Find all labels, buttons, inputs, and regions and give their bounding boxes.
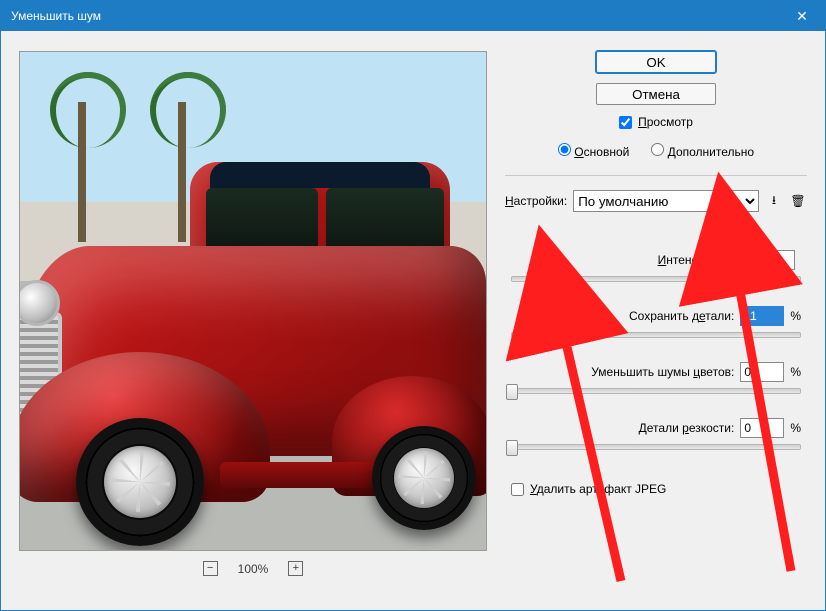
controls-panel: OK Отмена Просмотр Основной Дополнительн… bbox=[505, 51, 807, 596]
strength-thumb[interactable] bbox=[736, 272, 748, 288]
car-illustration bbox=[19, 162, 487, 551]
strength-group: Интенсивность: bbox=[511, 250, 801, 282]
close-button[interactable]: ✕ bbox=[779, 1, 825, 31]
sharpen-slider[interactable] bbox=[511, 444, 801, 450]
preview-checkbox-label: Просмотр bbox=[638, 115, 693, 129]
dialog-body: − 100% + OK Отмена Просмотр Основной bbox=[1, 31, 825, 610]
zoom-controls: − 100% + bbox=[203, 561, 304, 576]
preserve-suffix: % bbox=[790, 309, 801, 323]
sharpen-label: Детали резкости: bbox=[639, 421, 735, 435]
jpeg-row: Удалить артефакт JPEG bbox=[505, 482, 807, 496]
settings-row: Настройки: По умолчанию ⭳ 🗑 bbox=[505, 175, 807, 212]
colornoise-slider[interactable] bbox=[511, 388, 801, 394]
colornoise-thumb[interactable] bbox=[506, 384, 518, 400]
strength-label: Интенсивность: bbox=[658, 253, 745, 267]
mode-advanced[interactable]: Дополнительно bbox=[651, 143, 754, 159]
close-icon: ✕ bbox=[796, 8, 808, 25]
strength-input[interactable] bbox=[751, 250, 795, 270]
zoom-in-button[interactable]: + bbox=[288, 561, 303, 576]
mode-basic-radio[interactable] bbox=[558, 143, 571, 156]
zoom-out-button[interactable]: − bbox=[203, 561, 218, 576]
dialog-window: Уменьшить шум ✕ bbox=[0, 0, 826, 611]
preview-toggle-row: Просмотр bbox=[505, 115, 807, 129]
mode-radio-row: Основной Дополнительно bbox=[505, 143, 807, 159]
save-preset-button[interactable]: ⭳ bbox=[765, 192, 783, 210]
preserve-input[interactable] bbox=[740, 306, 784, 326]
sharpen-input[interactable] bbox=[740, 418, 784, 438]
cancel-button[interactable]: Отмена bbox=[596, 83, 716, 105]
jpeg-label: Удалить артефакт JPEG bbox=[530, 482, 666, 496]
window-title: Уменьшить шум bbox=[11, 9, 779, 23]
mode-advanced-rest: ополнительно bbox=[676, 145, 754, 159]
delete-preset-button[interactable]: 🗑 bbox=[789, 192, 807, 210]
titlebar: Уменьшить шум ✕ bbox=[1, 1, 825, 31]
strength-slider[interactable] bbox=[511, 276, 801, 282]
mode-basic-rest: сновной bbox=[584, 145, 630, 159]
colornoise-input[interactable] bbox=[740, 362, 784, 382]
zoom-level: 100% bbox=[238, 562, 269, 576]
trash-icon: 🗑 bbox=[790, 194, 805, 208]
settings-label: Настройки: bbox=[505, 194, 567, 208]
preview-checkbox[interactable] bbox=[619, 116, 632, 129]
preview-panel: − 100% + bbox=[19, 51, 487, 596]
settings-select[interactable]: По умолчанию bbox=[573, 190, 759, 212]
preview-scene bbox=[20, 52, 486, 550]
preview-label-rest: росмотр bbox=[647, 115, 693, 129]
preserve-label: Сохранить детали: bbox=[629, 309, 734, 323]
preserve-slider[interactable] bbox=[511, 332, 801, 338]
sharpen-thumb[interactable] bbox=[506, 440, 518, 456]
mode-basic[interactable]: Основной bbox=[558, 143, 629, 159]
save-icon: ⭳ bbox=[772, 191, 776, 212]
minus-icon: − bbox=[207, 563, 213, 574]
ok-button[interactable]: OK bbox=[596, 51, 716, 73]
jpeg-checkbox[interactable] bbox=[511, 483, 524, 496]
sharpen-suffix: % bbox=[790, 421, 801, 435]
preview-image[interactable] bbox=[19, 51, 487, 551]
colornoise-label: Уменьшить шумы цветов: bbox=[591, 365, 734, 379]
plus-icon: + bbox=[293, 563, 299, 574]
mode-advanced-radio[interactable] bbox=[651, 143, 664, 156]
sliders-area: Интенсивность: Сохранить детали: % bbox=[505, 250, 807, 450]
sharpen-group: Детали резкости: % bbox=[511, 418, 801, 450]
colornoise-group: Уменьшить шумы цветов: % bbox=[511, 362, 801, 394]
preserve-thumb[interactable] bbox=[538, 328, 550, 344]
colornoise-suffix: % bbox=[790, 365, 801, 379]
preserve-group: Сохранить детали: % bbox=[511, 306, 801, 338]
